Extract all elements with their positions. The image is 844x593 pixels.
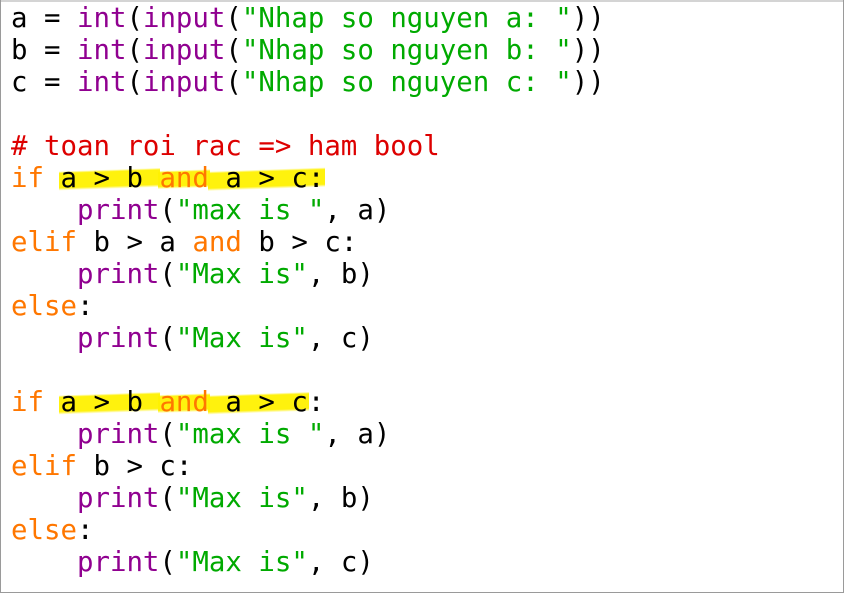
code-token: , c) [307, 547, 374, 578]
code-line[interactable]: else: [11, 515, 605, 547]
string-token: "Max is" [175, 323, 308, 354]
builtin-token: print [76, 195, 160, 226]
code-line[interactable]: a = int(input("Nhap so nguyen a: ")) [11, 3, 605, 35]
code-line[interactable]: if a > b and a > c: [11, 163, 605, 195]
string-token: "Nhap so nguyen a: " [241, 3, 572, 34]
comment-token: # toan roi rac => ham bool [11, 131, 440, 162]
builtin-token: print [76, 483, 160, 514]
highlighted-code-token: a > b [59, 163, 161, 194]
builtin-token: int [76, 3, 127, 34]
string-token: "max is " [175, 195, 325, 226]
code-line[interactable]: elif b > a and b > c: [11, 227, 605, 259]
string-token: "Max is" [175, 259, 308, 290]
code-token: ( [126, 3, 143, 34]
highlighted-code-token: a > c: [207, 163, 326, 194]
code-token: b = [11, 35, 77, 66]
builtin-token: print [76, 419, 160, 450]
highlighted-code-token: a > b [59, 387, 161, 418]
code-token: )) [571, 67, 605, 98]
code-token: , a) [324, 195, 391, 226]
keyword-token: else [11, 291, 77, 322]
builtin-token: print [76, 547, 160, 578]
code-token: )) [571, 35, 605, 66]
keyword-token: if [11, 163, 44, 194]
code-line[interactable]: print("Max is", c) [11, 323, 605, 355]
code-line[interactable]: print("max is ", a) [11, 419, 605, 451]
builtin-token: int [76, 67, 127, 98]
builtin-token: print [76, 259, 160, 290]
code-line[interactable]: print("max is ", a) [11, 195, 605, 227]
code-token: b > a [76, 227, 193, 258]
highlighted-keyword-token: and [158, 387, 210, 418]
code-token: : [76, 515, 94, 546]
highlighted-keyword-token: and [158, 163, 210, 194]
code-token: ( [225, 35, 242, 66]
keyword-token: elif [11, 451, 77, 482]
code-token: ( [225, 67, 242, 98]
string-token: "Max is" [175, 483, 308, 514]
code-line[interactable]: b = int(input("Nhap so nguyen b: ")) [11, 35, 605, 67]
highlighted-code-token: a > c [207, 387, 309, 418]
builtin-token: int [76, 35, 127, 66]
code-token: , a) [324, 419, 391, 450]
code-line[interactable]: print("Max is", b) [11, 483, 605, 515]
code-token: ( [159, 323, 176, 354]
builtin-token: input [142, 67, 226, 98]
code-token: ( [159, 195, 176, 226]
code-token: , b) [307, 259, 374, 290]
code-area[interactable]: a = int(input("Nhap so nguyen a: ")) b = … [11, 3, 605, 579]
code-token: b > c: [76, 451, 193, 482]
code-line[interactable]: elif b > c: [11, 451, 605, 483]
code-token: c = [11, 67, 77, 98]
code-line[interactable] [11, 355, 605, 387]
code-token: ( [159, 419, 176, 450]
code-line[interactable] [11, 99, 605, 131]
code-token: )) [571, 3, 605, 34]
code-line[interactable]: # toan roi rac => ham bool [11, 131, 605, 163]
code-line[interactable]: print("Max is", b) [11, 259, 605, 291]
code-line[interactable]: if a > b and a > c: [11, 387, 605, 419]
builtin-token: input [142, 3, 226, 34]
string-token: "Nhap so nguyen b: " [241, 35, 572, 66]
string-token: "Nhap so nguyen c: " [241, 67, 572, 98]
code-token: a = [11, 3, 77, 34]
code-token: ( [126, 35, 143, 66]
code-token: : [307, 387, 325, 418]
string-token: "Max is" [175, 547, 308, 578]
code-line[interactable]: c = int(input("Nhap so nguyen c: ")) [11, 67, 605, 99]
code-editor[interactable]: a = int(input("Nhap so nguyen a: ")) b = … [0, 0, 844, 593]
keyword-token: and [192, 227, 242, 258]
code-line[interactable]: else: [11, 291, 605, 323]
code-token: , b) [307, 483, 374, 514]
code-token: ( [159, 547, 176, 578]
string-token: "max is " [175, 419, 325, 450]
code-token: b > c: [241, 227, 358, 258]
code-line[interactable]: print("Max is", c) [11, 547, 605, 579]
builtin-token: print [76, 323, 160, 354]
code-token: ( [225, 3, 242, 34]
code-token: ( [159, 483, 176, 514]
code-token: : [76, 291, 94, 322]
code-token: ( [126, 67, 143, 98]
keyword-token: elif [11, 227, 77, 258]
keyword-token: if [11, 387, 44, 418]
code-token: ( [159, 259, 176, 290]
code-token: , c) [307, 323, 374, 354]
builtin-token: input [142, 35, 226, 66]
keyword-token: else [11, 515, 77, 546]
